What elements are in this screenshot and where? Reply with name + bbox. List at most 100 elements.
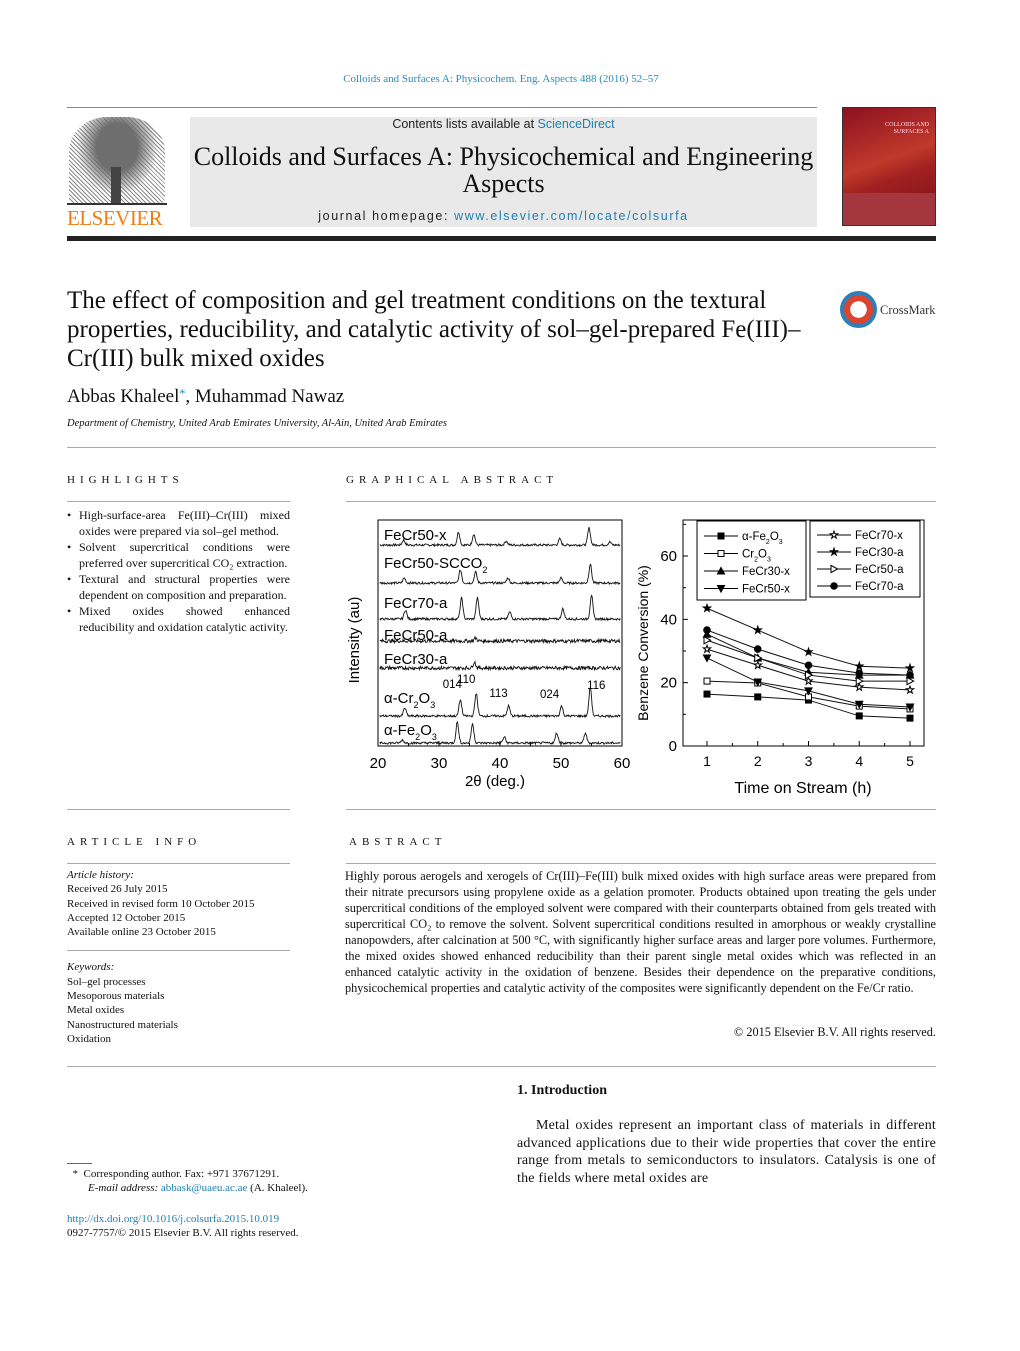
xrd-x-tick-label: 20 (370, 755, 387, 772)
star-filled-marker (701, 602, 713, 613)
keyword: Nanostructured materials (67, 1018, 178, 1031)
square-open-marker (717, 550, 725, 557)
history-item: Available online 23 October 2015 (67, 926, 216, 939)
xrd-y-axis-label: Intensity (au) (346, 597, 363, 684)
star-filled-marker (752, 624, 764, 635)
sciencedirect-link[interactable]: ScienceDirect (538, 117, 615, 131)
xrd-trace-label: α-Fe2O3 (384, 722, 437, 742)
history-item: Received in revised form 10 October 2015 (67, 897, 255, 910)
highlight-item: Textural and structural properties were … (67, 571, 290, 603)
introduction-heading: 1. Introduction (517, 1083, 607, 1098)
tree-trunk (111, 167, 121, 203)
divider (67, 447, 936, 448)
footnote-rule (67, 1163, 92, 1164)
circle-filled-marker (804, 661, 813, 670)
x-tick-label: 1 (703, 753, 711, 769)
star-open-marker (752, 659, 764, 670)
legend-label: FeCr30-a (855, 547, 904, 559)
doi-block: http://dx.doi.org/10.1016/j.colsurfa.201… (67, 1212, 299, 1241)
xrd-trace-label: FeCr50-a (384, 627, 448, 644)
contents-prefix: Contents lists available at (392, 117, 538, 131)
circle-filled-marker (855, 669, 864, 677)
homepage-prefix: journal homepage: (318, 209, 455, 223)
history-item: Accepted 12 October 2015 (67, 911, 186, 924)
x-tick-label: 5 (906, 753, 914, 769)
star-open-marker (904, 684, 916, 695)
article-info-heading: ARTICLE INFO (67, 836, 202, 848)
conversion-panel: 0 20 40 60 1 2 3 4 5 Time on Stream (h) Benzene Co… (635, 519, 925, 797)
x-axis-label: Time on Stream (h) (734, 780, 871, 797)
x-tick-label: 3 (805, 753, 813, 769)
legend-label: FeCr70-a (855, 581, 904, 593)
article-info: Article history: Received 26 July 2015 R… (67, 868, 297, 1046)
highlight-item: High-surface-area Fe(III)–Cr(III) mixed … (67, 507, 290, 539)
highlights-list: High-surface-area Fe(III)–Cr(III) mixed … (67, 507, 290, 635)
legend-label: FeCr70-x (855, 530, 903, 542)
square-filled-marker (703, 690, 711, 698)
email-link[interactable]: abbask@uaeu.ac.ae (161, 1182, 247, 1194)
divider (346, 809, 936, 810)
footnote-corresponding: Corresponding author. Fax: +971 37671291… (83, 1168, 280, 1180)
homepage-line: journal homepage: www.elsevier.com/locat… (190, 209, 817, 223)
crossmark-icon (840, 291, 877, 328)
divider (346, 863, 936, 864)
square-filled-marker (855, 712, 863, 720)
crossmark-button[interactable]: CrossMark (840, 291, 940, 329)
y-axis-label: Benzene Conversion (%) (635, 565, 651, 721)
cover-footer (843, 193, 935, 225)
star-filled-marker (853, 660, 865, 671)
xrd-trace-label: FeCr50-SCCO2 (384, 555, 487, 575)
xrd-trace-label: FeCr50-x (384, 527, 447, 544)
xrd-trace-label: FeCr70-a (384, 595, 448, 612)
elsevier-logo[interactable]: ELSEVIER (67, 117, 167, 230)
y-tick-label: 40 (660, 611, 677, 628)
author-nawaz[interactable]: , Muhammad Nawaz (185, 386, 344, 407)
xrd-peak-index: 113 (489, 688, 507, 700)
divider (67, 1066, 936, 1067)
square-filled-marker (754, 693, 762, 701)
email-suffix: (A. Khaleel). (247, 1182, 308, 1195)
history-item: Received 26 July 2015 (67, 883, 168, 896)
footnote: * Corresponding author. Fax: +971 376712… (67, 1167, 347, 1196)
xrd-x-tick-label: 40 (492, 755, 509, 772)
star-filled-marker (803, 646, 814, 657)
legend-label: FeCr50-x (742, 584, 790, 596)
history-label: Article history: (67, 869, 134, 881)
introduction-text: Metal oxides represent an important clas… (517, 1118, 936, 1186)
affiliation: Department of Chemistry, United Arab Emi… (67, 418, 448, 429)
xrd-trace-label: α-Cr2O3 (384, 690, 435, 710)
xrd-x-axis-label: 2θ (deg.) (465, 773, 525, 790)
journal-reference[interactable]: Colloids and Surfaces A: Physicochem. En… (0, 73, 1002, 85)
article-title: The effect of composition and gel treatm… (67, 287, 801, 372)
journal-title: Colloids and Surfaces A: Physicochemical… (193, 142, 814, 198)
logo-wordmark: ELSEVIER (67, 206, 163, 230)
graphical-abstract-figure: FeCr50-x FeCr50-SCCO2 FeCr70-a FeCr50-a FeCr… (346, 519, 925, 797)
graphical-abstract-heading: GRAPHICAL ABSTRACT (346, 474, 559, 486)
xrd-peak-index: 110 (457, 674, 475, 686)
highlights-heading: HIGHLIGHTS (67, 474, 184, 486)
circle-filled-marker (703, 626, 711, 634)
journal-banner: Contents lists available at ScienceDirec… (190, 117, 817, 227)
circle-filled-marker (906, 671, 914, 679)
author-khaleel[interactable]: Abbas Khaleel (67, 386, 179, 407)
y-tick-label: 20 (660, 675, 677, 692)
header-bar (67, 236, 936, 241)
x-tick-label: 4 (855, 753, 863, 769)
square-filled-marker (717, 532, 725, 540)
footnote-mark: * (72, 1168, 79, 1180)
xrd-peak-index: 116 (587, 680, 605, 692)
y-tick-label: 0 (669, 738, 677, 755)
abstract-text: Highly porous aerogels and xerogels of C… (345, 869, 936, 995)
legend-label: FeCr50-a (855, 564, 904, 576)
xrd-peak-index: 024 (540, 689, 560, 701)
divider (67, 501, 290, 502)
circle-filled-marker (753, 645, 762, 653)
star-filled-marker (904, 662, 916, 673)
homepage-link[interactable]: www.elsevier.com/locate/colsurfa (454, 209, 689, 223)
keyword: Mesoporous materials (67, 990, 165, 1003)
journal-cover[interactable]: COLLOIDS AND SURFACES A (842, 107, 936, 226)
abstract-heading: ABSTRACT (349, 836, 447, 848)
contents-line: Contents lists available at ScienceDirec… (190, 117, 817, 131)
doi-link[interactable]: http://dx.doi.org/10.1016/j.colsurfa.201… (67, 1212, 299, 1226)
keyword: Oxidation (67, 1032, 111, 1045)
